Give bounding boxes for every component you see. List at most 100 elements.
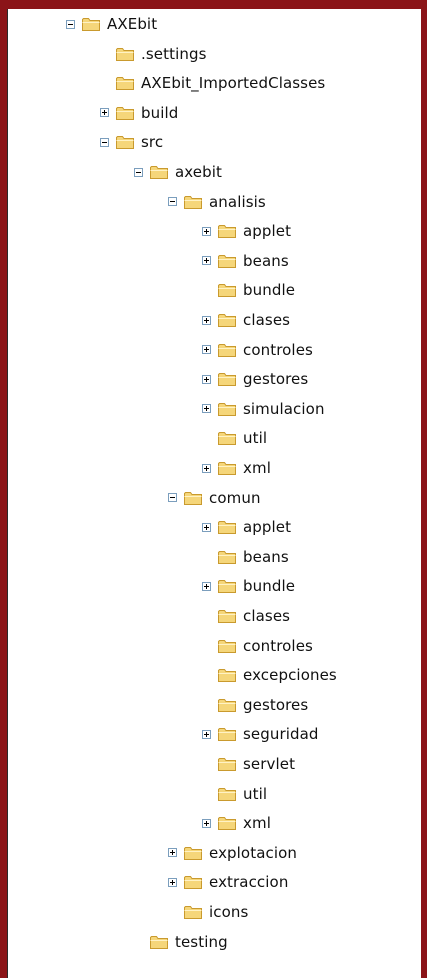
tree-node[interactable]: clases bbox=[202, 601, 290, 631]
tree-node[interactable]: util bbox=[202, 779, 267, 809]
tree-node[interactable]: servlet bbox=[202, 749, 295, 779]
tree-node[interactable]: applet bbox=[202, 512, 291, 542]
tree-node-label: bundle bbox=[243, 281, 296, 300]
collapse-icon[interactable] bbox=[100, 137, 109, 147]
tree-node[interactable]: AXEbit bbox=[66, 9, 157, 39]
tree-node-label: servlet bbox=[243, 755, 296, 773]
tree-node[interactable]: bundle bbox=[202, 275, 295, 305]
folder-icon bbox=[218, 610, 236, 623]
expand-icon[interactable] bbox=[168, 848, 177, 858]
expand-icon[interactable] bbox=[202, 315, 211, 325]
tree-node[interactable]: gestores bbox=[202, 690, 308, 720]
tree-node[interactable]: extraccion bbox=[168, 867, 288, 897]
tree-node-label: xml bbox=[243, 459, 271, 477]
tree-node[interactable]: simulacion bbox=[202, 394, 325, 424]
tree-node[interactable]: AXEbit_ImportedClasses bbox=[100, 68, 325, 98]
tree-node-label: beans bbox=[243, 547, 289, 566]
folder-icon bbox=[218, 580, 236, 594]
tree-node-label: AXEbit_ImportedClasses bbox=[141, 74, 326, 93]
tree-node-label: simulacion bbox=[243, 399, 325, 418]
tree-node[interactable]: bundle bbox=[202, 571, 295, 601]
folder-icon bbox=[116, 47, 134, 61]
folder-icon bbox=[116, 136, 134, 150]
folder-icon bbox=[218, 402, 236, 416]
tree-node[interactable]: axebit bbox=[134, 157, 222, 187]
expand-icon[interactable] bbox=[202, 404, 211, 414]
folder-icon bbox=[82, 18, 100, 31]
tree-node[interactable]: seguridad bbox=[202, 719, 319, 749]
collapse-icon[interactable] bbox=[168, 197, 177, 207]
tree-node[interactable]: comun bbox=[168, 483, 261, 513]
folder-icon bbox=[184, 906, 202, 919]
folder-icon bbox=[218, 669, 236, 683]
tree-node[interactable]: testing bbox=[134, 927, 228, 957]
tree-node[interactable]: analisis bbox=[168, 187, 266, 217]
tree-node[interactable]: excepciones bbox=[202, 660, 337, 690]
expand-icon[interactable] bbox=[202, 729, 211, 739]
expand-icon[interactable] bbox=[202, 256, 211, 266]
folder-icon bbox=[184, 846, 202, 860]
folder-icon bbox=[218, 698, 236, 712]
tree-node-label: src bbox=[141, 133, 164, 152]
tree-node-label: applet bbox=[243, 518, 292, 537]
tree-node-label: beans bbox=[243, 251, 289, 270]
folder-icon bbox=[218, 314, 236, 327]
expand-icon[interactable] bbox=[202, 226, 211, 236]
tree-node-label: icons bbox=[209, 903, 249, 921]
folder-icon bbox=[218, 758, 236, 771]
folder-icon bbox=[218, 521, 236, 535]
window-right-border bbox=[421, 0, 427, 978]
folder-icon bbox=[218, 787, 236, 801]
tree-node[interactable]: util bbox=[202, 423, 267, 453]
tree-node-label: clases bbox=[243, 607, 291, 625]
tree-node-label: controles bbox=[243, 636, 313, 655]
tree-node-label: clases bbox=[243, 311, 291, 329]
expand-icon[interactable] bbox=[202, 818, 211, 828]
collapse-icon[interactable] bbox=[66, 19, 75, 29]
expand-icon[interactable] bbox=[202, 463, 211, 473]
expand-icon[interactable] bbox=[202, 581, 211, 591]
tree-node[interactable]: controles bbox=[202, 631, 313, 661]
tree-node[interactable]: .settings bbox=[100, 39, 207, 69]
tree-node[interactable]: build bbox=[100, 98, 178, 128]
tree-node[interactable]: icons bbox=[168, 897, 248, 927]
tree-node-label: analisis bbox=[209, 192, 266, 211]
tree-node[interactable]: src bbox=[100, 127, 163, 157]
expand-icon[interactable] bbox=[168, 877, 177, 887]
tree-node-label: controles bbox=[243, 340, 313, 359]
window-top-border bbox=[0, 0, 427, 9]
tree-node-label: build bbox=[141, 103, 179, 122]
tree-node[interactable]: xml bbox=[202, 453, 271, 483]
folder-icon bbox=[218, 462, 236, 475]
tree-node-label: gestores bbox=[243, 370, 309, 389]
folder-icon bbox=[116, 106, 134, 120]
tree-node[interactable]: gestores bbox=[202, 364, 308, 394]
folder-icon bbox=[218, 817, 236, 831]
folder-icon bbox=[184, 195, 202, 209]
tree-node-label: seguridad bbox=[243, 725, 319, 744]
expand-icon[interactable] bbox=[100, 108, 109, 118]
tree-node-label: excepciones bbox=[243, 666, 337, 685]
tree-node-label: applet bbox=[243, 222, 292, 241]
tree-node-label: AXEbit bbox=[107, 15, 158, 33]
tree-node-label: .settings bbox=[141, 44, 207, 63]
collapse-icon[interactable] bbox=[134, 167, 143, 177]
tree-panel: AXEbit .settings AXEbit_ImportedClassesbui… bbox=[7, 9, 423, 978]
folder-icon bbox=[116, 77, 134, 91]
tree-node[interactable]: applet bbox=[202, 216, 291, 246]
collapse-icon[interactable] bbox=[168, 493, 177, 503]
expand-icon[interactable] bbox=[202, 345, 211, 355]
tree-node[interactable]: beans bbox=[202, 246, 289, 276]
tree-node[interactable]: xml bbox=[202, 808, 271, 838]
expand-icon[interactable] bbox=[202, 522, 211, 532]
tree-node[interactable]: clases bbox=[202, 305, 290, 335]
expand-icon[interactable] bbox=[202, 374, 211, 384]
folder-icon bbox=[218, 343, 236, 357]
tree-node-label: comun bbox=[209, 488, 261, 507]
tree-node[interactable]: beans bbox=[202, 542, 289, 572]
tree-node[interactable]: controles bbox=[202, 335, 313, 365]
tree-node-label: extraccion bbox=[209, 873, 289, 892]
folder-icon bbox=[150, 935, 168, 949]
tree-node-label: bundle bbox=[243, 577, 296, 596]
tree-node[interactable]: explotacion bbox=[168, 838, 297, 868]
